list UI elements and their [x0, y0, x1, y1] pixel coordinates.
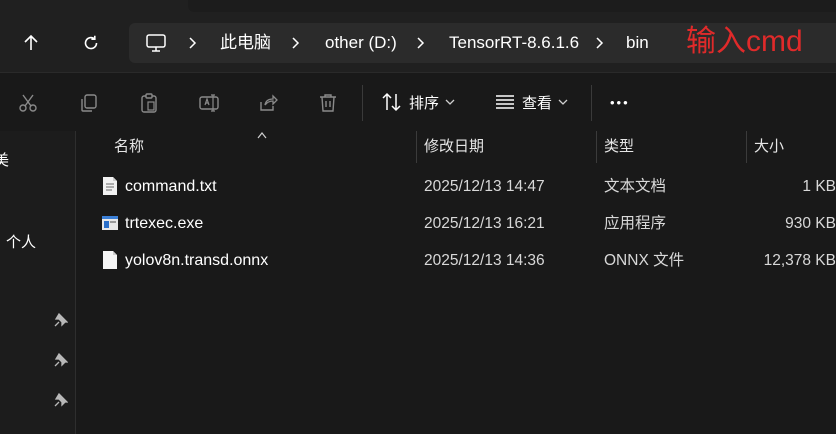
delete-button[interactable]	[316, 91, 340, 115]
chevron-down-icon	[558, 99, 568, 105]
refresh-button[interactable]	[78, 30, 104, 56]
sidebar-item-personal[interactable]: 个人	[6, 231, 36, 252]
breadcrumb-this-pc[interactable]: 此电脑	[220, 23, 271, 63]
chevron-right-icon[interactable]	[412, 35, 428, 51]
share-icon	[260, 94, 278, 111]
file-row[interactable]: command.txt 2025/12/13 14:47 文本文档 1 KB	[76, 168, 836, 205]
sort-icon	[382, 92, 401, 112]
column-header-size[interactable]: 大小	[754, 131, 784, 163]
title-bar	[0, 0, 836, 12]
refresh-icon	[84, 35, 98, 50]
breadcrumb-bin[interactable]: bin	[626, 23, 649, 63]
text-file-icon	[103, 177, 117, 195]
copy-icon	[81, 94, 97, 112]
column-header-type[interactable]: 类型	[604, 131, 634, 163]
navigation-pane: 美 个人	[0, 131, 76, 434]
paste-button[interactable]	[137, 91, 161, 115]
file-name[interactable]: trtexec.exe	[125, 205, 203, 242]
cut-button[interactable]	[16, 91, 40, 115]
file-row[interactable]: yolov8n.transd.onnx 2025/12/13 14:36 ONN…	[76, 242, 836, 279]
chevron-right-icon[interactable]	[287, 35, 303, 51]
file-date: 2025/12/13 14:36	[424, 252, 545, 269]
chevron-right-icon	[189, 37, 197, 49]
annotation-text: 输入cmd	[686, 25, 803, 58]
clipboard-icon	[141, 93, 157, 113]
pin-icon[interactable]	[54, 353, 68, 367]
trash-icon	[320, 94, 336, 112]
rename-button[interactable]	[197, 91, 221, 115]
file-type: ONNX 文件	[604, 252, 685, 269]
column-separator[interactable]	[596, 131, 597, 163]
breadcrumb-tensorrt[interactable]: TensorRT-8.6.1.6	[449, 23, 579, 63]
sort-label: 排序	[409, 94, 440, 112]
sort-button[interactable]: 排序	[381, 87, 455, 117]
computer-icon	[146, 34, 166, 52]
file-date: 2025/12/13 14:47	[424, 178, 545, 195]
sidebar-item-partial[interactable]: 美	[0, 149, 9, 170]
up-button[interactable]	[18, 30, 44, 56]
chevron-down-icon	[445, 99, 455, 105]
chevron-right-icon[interactable]	[591, 35, 607, 51]
file-name[interactable]: command.txt	[125, 168, 217, 205]
column-header-name[interactable]: 名称	[114, 131, 144, 163]
file-type: 文本文档	[604, 178, 667, 195]
rename-icon	[199, 94, 219, 112]
tab-strip	[188, 0, 836, 12]
view-label: 查看	[522, 94, 553, 112]
copy-button[interactable]	[77, 91, 101, 115]
breadcrumb-drive-d[interactable]: other (D:)	[325, 23, 397, 63]
column-separator[interactable]	[746, 131, 747, 163]
view-button[interactable]: 查看	[494, 87, 568, 117]
file-size: 1 KB	[802, 178, 836, 195]
file-size: 930 KB	[785, 215, 836, 232]
file-row[interactable]: trtexec.exe 2025/12/13 16:21 应用程序 930 KB	[76, 205, 836, 242]
pin-icon[interactable]	[54, 313, 68, 327]
pin-icon[interactable]	[54, 393, 68, 407]
column-header-date[interactable]: 修改日期	[424, 131, 484, 163]
file-size: 12,378 KB	[763, 252, 836, 269]
file-date: 2025/12/13 16:21	[424, 215, 545, 232]
list-view-icon	[496, 95, 514, 109]
arrow-up-icon	[24, 34, 38, 50]
command-bar: 排序 查看 •••	[0, 72, 836, 131]
more-options-button[interactable]: •••	[610, 87, 630, 117]
executable-file-icon	[102, 216, 118, 230]
generic-file-icon	[103, 251, 117, 269]
file-list: 名称 修改日期 类型 大小 command.txt 2025/12/13 14:…	[76, 131, 836, 434]
file-type: 应用程序	[604, 215, 667, 232]
share-button[interactable]	[256, 91, 280, 115]
file-name[interactable]: yolov8n.transd.onnx	[125, 242, 268, 279]
more-icon: •••	[610, 94, 630, 110]
column-separator[interactable]	[416, 131, 417, 163]
navigation-bar: 此电脑 other (D:) TensorRT-8.6.1.6 bin 输入cm…	[0, 12, 836, 72]
sort-ascending-icon	[257, 132, 267, 139]
scissors-icon	[19, 94, 37, 112]
toolbar-divider	[362, 85, 363, 121]
toolbar-divider	[591, 85, 592, 121]
